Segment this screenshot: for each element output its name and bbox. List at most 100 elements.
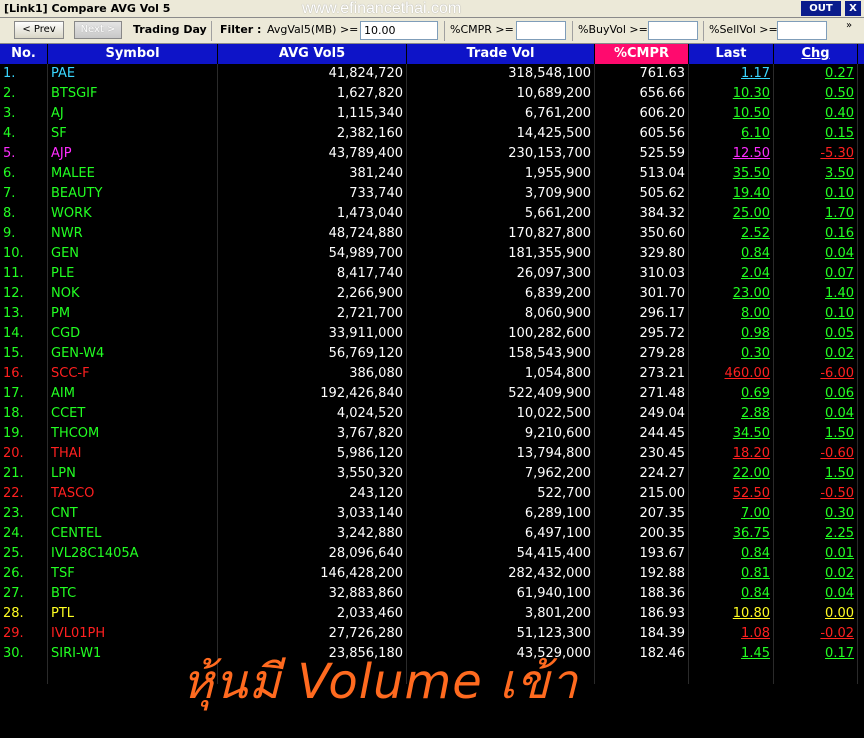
- header-avg-vol5[interactable]: AVG Vol5: [218, 44, 407, 64]
- table-row[interactable]: 21. LPN 3,550,320 7,962,200 224.27 22.00 1.50: [0, 464, 864, 484]
- cell-last[interactable]: 0.98: [689, 324, 774, 344]
- cell-symbol[interactable]: BTSGIF: [48, 84, 218, 104]
- table-row[interactable]: 29. IVL01PH 27,726,280 51,123,300 184.39 1.08…: [0, 624, 864, 644]
- cell-chg[interactable]: -6.00: [774, 364, 858, 384]
- cmpr-filter-input[interactable]: [516, 21, 566, 40]
- cell-symbol[interactable]: TASCO: [48, 484, 218, 504]
- table-row[interactable]: 11. PLE 8,417,740 26,097,300 310.03 2.04 0.07: [0, 264, 864, 284]
- close-button[interactable]: X: [845, 1, 861, 16]
- cell-symbol[interactable]: PAE: [48, 64, 218, 84]
- table-row[interactable]: 15. GEN-W4 56,769,120 158,543,900 279.28 0.30…: [0, 344, 864, 364]
- cell-chg[interactable]: 3.50: [774, 164, 858, 184]
- table-row[interactable]: 23. CNT 3,033,140 6,289,100 207.35 7.00 0.30: [0, 504, 864, 524]
- table-row[interactable]: 6. MALEE 381,240 1,955,900 513.04 35.50 3.50: [0, 164, 864, 184]
- prev-button[interactable]: < Prev: [14, 21, 64, 39]
- cell-symbol[interactable]: SF: [48, 124, 218, 144]
- cell-chg[interactable]: 1.70: [774, 204, 858, 224]
- table-row[interactable]: 24. CENTEL 3,242,880 6,497,100 200.35 36.75 2.…: [0, 524, 864, 544]
- cell-last[interactable]: 12.50: [689, 144, 774, 164]
- table-row[interactable]: 22. TASCO 243,120 522,700 215.00 52.50 -0.50: [0, 484, 864, 504]
- cell-symbol[interactable]: MALEE: [48, 164, 218, 184]
- cell-last[interactable]: 0.84: [689, 244, 774, 264]
- cell-symbol[interactable]: CNT: [48, 504, 218, 524]
- table-row[interactable]: 4. SF 2,382,160 14,425,500 605.56 6.10 0.15: [0, 124, 864, 144]
- cell-last[interactable]: 0.84: [689, 584, 774, 604]
- cell-symbol[interactable]: AIM: [48, 384, 218, 404]
- cell-chg[interactable]: -0.02: [774, 624, 858, 644]
- cell-chg[interactable]: 0.04: [774, 404, 858, 424]
- cell-chg[interactable]: 0.50: [774, 84, 858, 104]
- cell-chg[interactable]: 0.40: [774, 104, 858, 124]
- cell-last[interactable]: 23.00: [689, 284, 774, 304]
- sellvol-filter-input[interactable]: [777, 21, 827, 40]
- cell-last[interactable]: 35.50: [689, 164, 774, 184]
- cell-symbol[interactable]: PTL: [48, 604, 218, 624]
- out-button[interactable]: OUT: [801, 1, 841, 16]
- table-row[interactable]: 2. BTSGIF 1,627,820 10,689,200 656.66 10.30 0.…: [0, 84, 864, 104]
- cell-symbol[interactable]: NOK: [48, 284, 218, 304]
- cell-last[interactable]: 1.08: [689, 624, 774, 644]
- cell-chg[interactable]: 0.07: [774, 264, 858, 284]
- cell-symbol[interactable]: BEAUTY: [48, 184, 218, 204]
- cell-last[interactable]: 1.45: [689, 644, 774, 664]
- cell-symbol[interactable]: NWR: [48, 224, 218, 244]
- table-row[interactable]: 12. NOK 2,266,900 6,839,200 301.70 23.00 1.40: [0, 284, 864, 304]
- table-row[interactable]: 14. CGD 33,911,000 100,282,600 295.72 0.98 0.0…: [0, 324, 864, 344]
- cell-last[interactable]: 10.30: [689, 84, 774, 104]
- cell-chg[interactable]: -0.60: [774, 444, 858, 464]
- cell-last[interactable]: 2.88: [689, 404, 774, 424]
- cell-symbol[interactable]: THAI: [48, 444, 218, 464]
- cell-chg[interactable]: 0.10: [774, 304, 858, 324]
- buyvol-filter-input[interactable]: [648, 21, 698, 40]
- cell-chg[interactable]: 0.02: [774, 344, 858, 364]
- cell-chg[interactable]: 0.02: [774, 564, 858, 584]
- cell-last[interactable]: 0.30: [689, 344, 774, 364]
- cell-last[interactable]: 10.80: [689, 604, 774, 624]
- header-symbol[interactable]: Symbol: [48, 44, 218, 64]
- cell-symbol[interactable]: WORK: [48, 204, 218, 224]
- header-cmpr[interactable]: %CMPR: [595, 44, 689, 64]
- cell-chg[interactable]: 1.50: [774, 464, 858, 484]
- cell-last[interactable]: 0.69: [689, 384, 774, 404]
- cell-last[interactable]: 460.00: [689, 364, 774, 384]
- header-last[interactable]: Last: [689, 44, 774, 64]
- cell-last[interactable]: 2.52: [689, 224, 774, 244]
- cell-last[interactable]: 2.04: [689, 264, 774, 284]
- cell-last[interactable]: 18.20: [689, 444, 774, 464]
- cell-chg[interactable]: 0.04: [774, 584, 858, 604]
- cell-last[interactable]: 52.50: [689, 484, 774, 504]
- cell-chg[interactable]: 0.15: [774, 124, 858, 144]
- cell-last[interactable]: 22.00: [689, 464, 774, 484]
- table-row[interactable]: 17. AIM 192,426,840 522,409,900 271.48 0.69 0.…: [0, 384, 864, 404]
- trading-day-label[interactable]: Trading Day: [133, 23, 207, 36]
- cell-last[interactable]: 7.00: [689, 504, 774, 524]
- chevron-more-icon[interactable]: »: [846, 20, 852, 31]
- cell-last[interactable]: 1.17: [689, 64, 774, 84]
- table-row[interactable]: 27. BTC 32,883,860 61,940,100 188.36 0.84 0.04: [0, 584, 864, 604]
- cell-symbol[interactable]: IVL28C1405A: [48, 544, 218, 564]
- cell-chg[interactable]: 0.30: [774, 504, 858, 524]
- cell-last[interactable]: 19.40: [689, 184, 774, 204]
- cell-symbol[interactable]: THCOM: [48, 424, 218, 444]
- cell-symbol[interactable]: CCET: [48, 404, 218, 424]
- cell-chg[interactable]: 0.16: [774, 224, 858, 244]
- cell-symbol[interactable]: CGD: [48, 324, 218, 344]
- table-row[interactable]: 28. PTL 2,033,460 3,801,200 186.93 10.80 0.00: [0, 604, 864, 624]
- table-row[interactable]: 25. IVL28C1405A 28,096,640 54,415,400 193.67…: [0, 544, 864, 564]
- cell-last[interactable]: 36.75: [689, 524, 774, 544]
- next-button[interactable]: Next >: [74, 21, 122, 39]
- table-row[interactable]: 18. CCET 4,024,520 10,022,500 249.04 2.88 0.04: [0, 404, 864, 424]
- cell-chg[interactable]: 0.00: [774, 604, 858, 624]
- cell-symbol[interactable]: PLE: [48, 264, 218, 284]
- cell-chg[interactable]: 1.50: [774, 424, 858, 444]
- cell-chg[interactable]: 1.40: [774, 284, 858, 304]
- cell-symbol[interactable]: CENTEL: [48, 524, 218, 544]
- cell-chg[interactable]: 0.10: [774, 184, 858, 204]
- cell-symbol[interactable]: GEN-W4: [48, 344, 218, 364]
- table-row[interactable]: 19. THCOM 3,767,820 9,210,600 244.45 34.50 1.5…: [0, 424, 864, 444]
- cell-chg[interactable]: 0.05: [774, 324, 858, 344]
- table-row[interactable]: 10. GEN 54,989,700 181,355,900 329.80 0.84 0.0…: [0, 244, 864, 264]
- cell-chg[interactable]: 0.27: [774, 64, 858, 84]
- table-row[interactable]: 26. TSF 146,428,200 282,432,000 192.88 0.81 0.…: [0, 564, 864, 584]
- table-row[interactable]: 8. WORK 1,473,040 5,661,200 384.32 25.00 1.70: [0, 204, 864, 224]
